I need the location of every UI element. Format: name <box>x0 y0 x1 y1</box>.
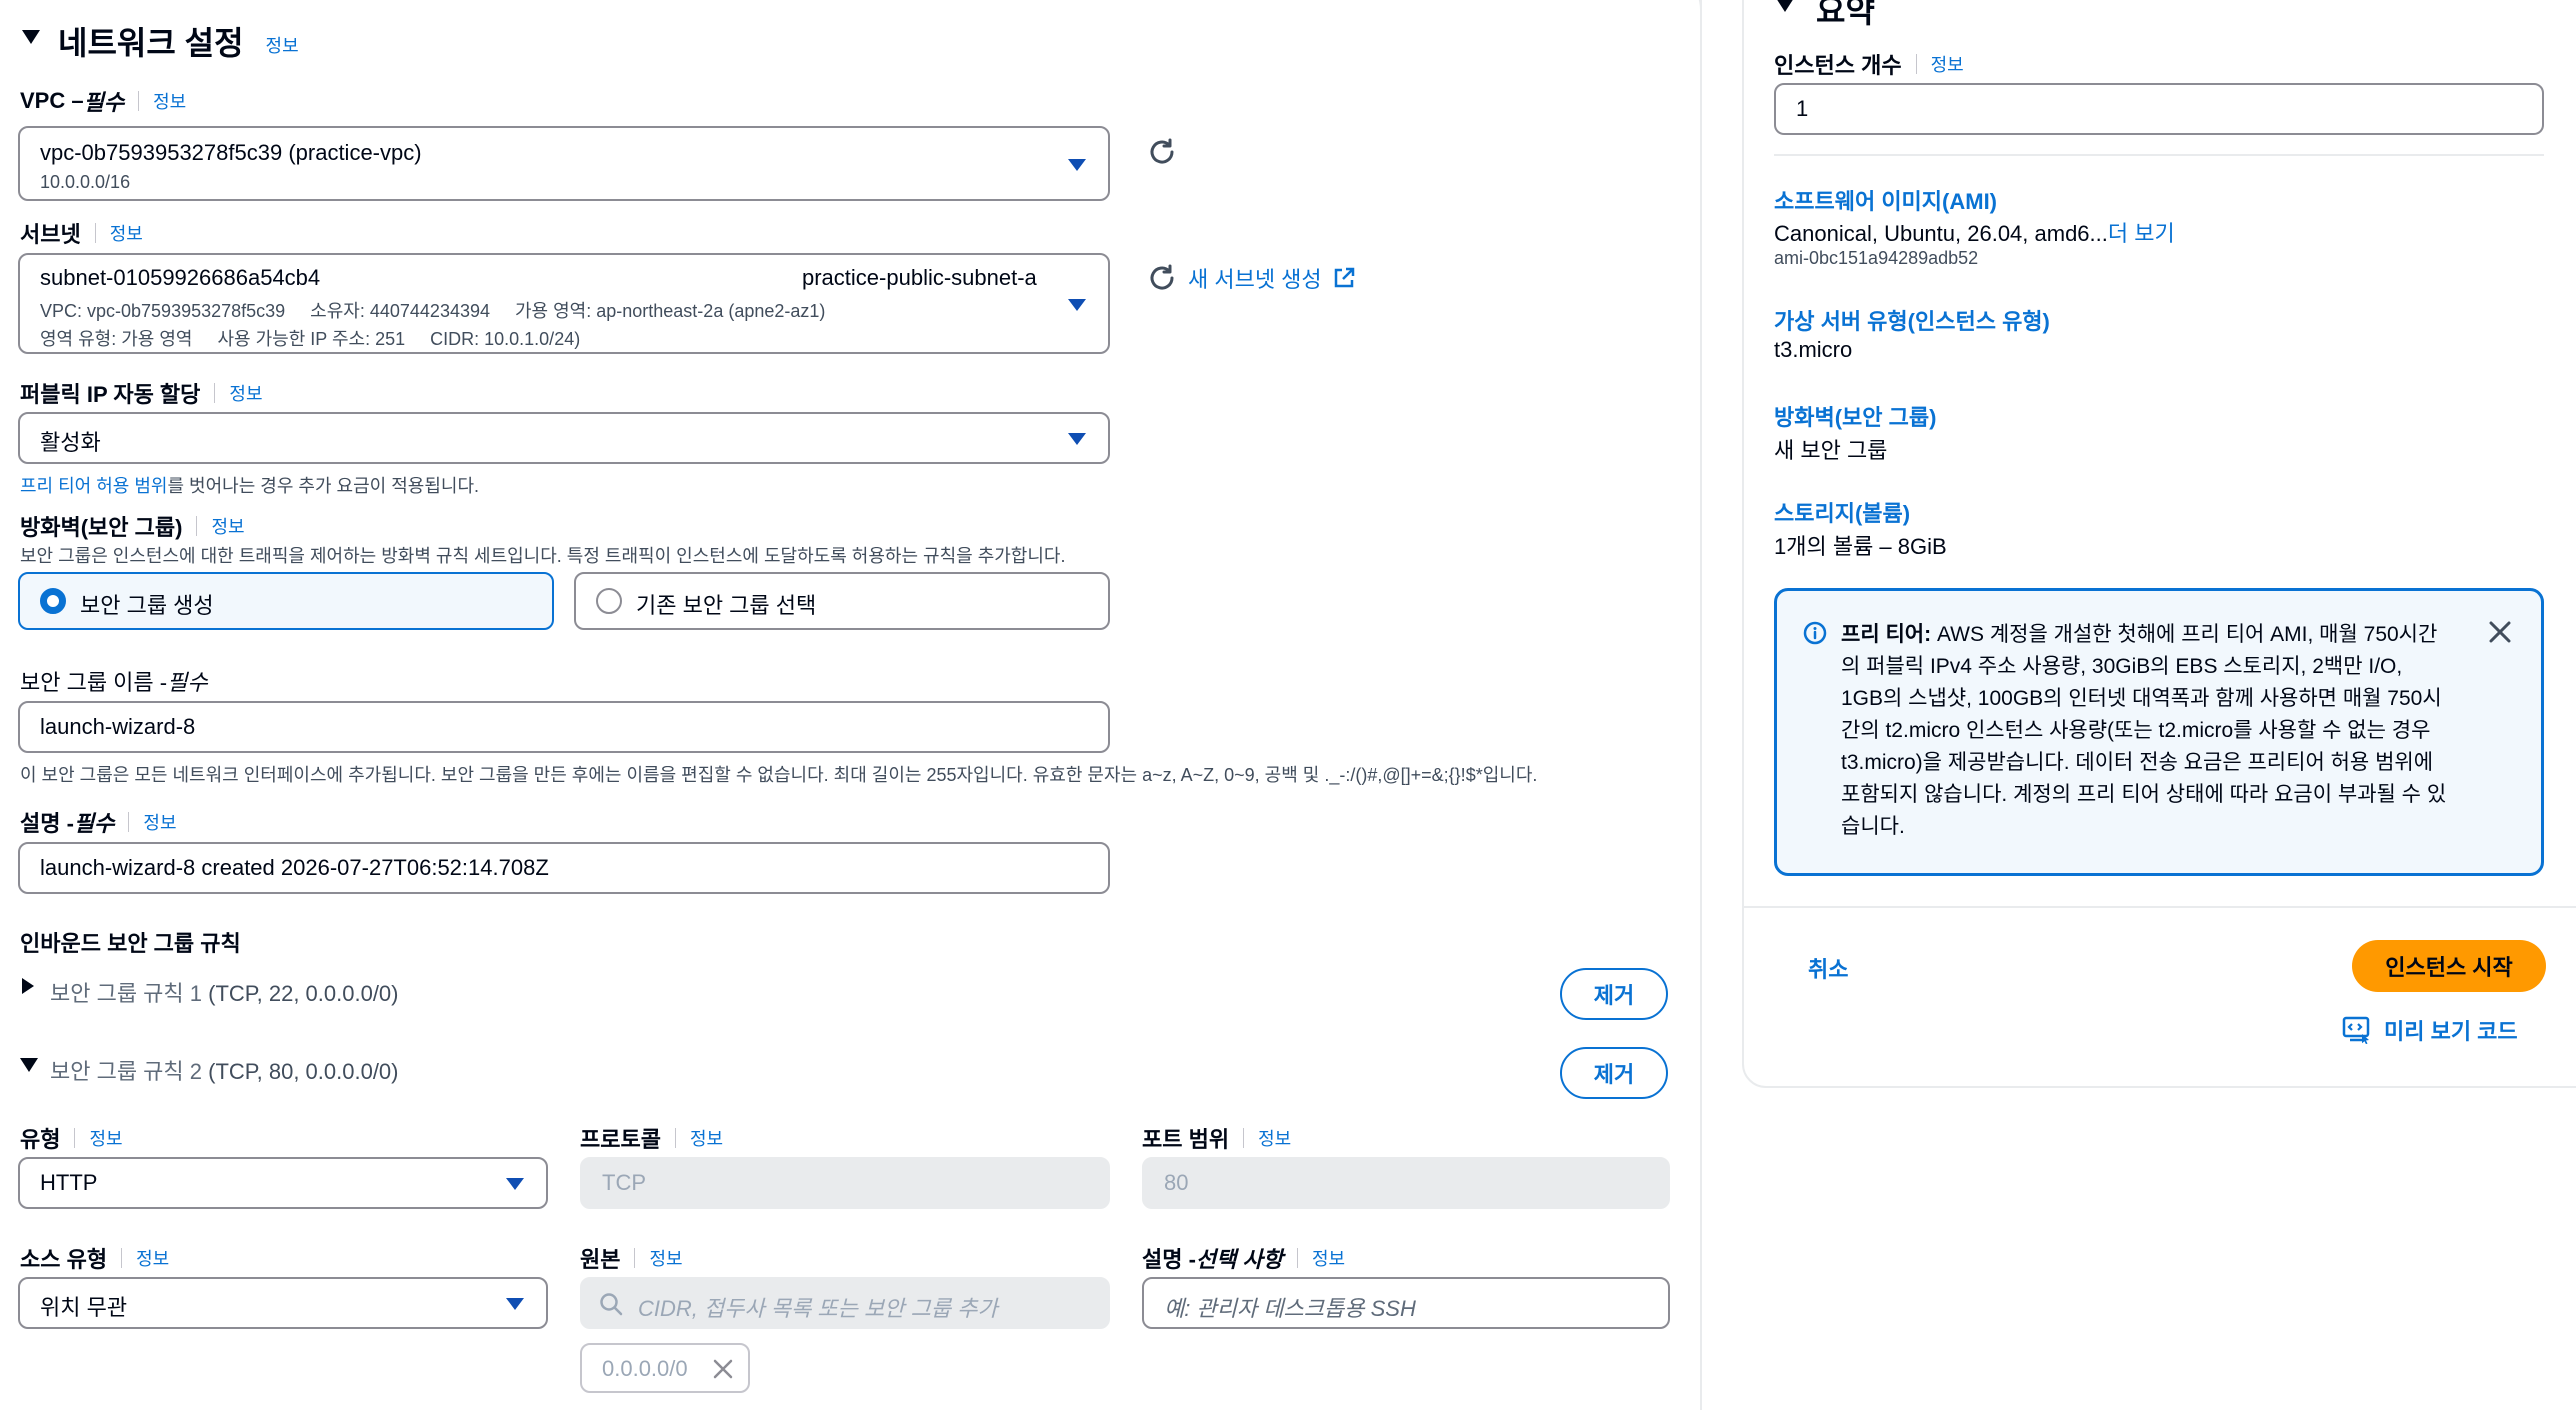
source-info-link[interactable]: 정보 <box>649 1245 682 1271</box>
refresh-subnet-icon[interactable] <box>1146 262 1178 294</box>
ami-value: Canonical, Ubuntu, 26.04, amd6...더 보기 <box>1774 221 2175 246</box>
rule1-header[interactable]: 보안 그룹 규칙 1 (TCP, 22, 0.0.0.0/0) <box>50 976 399 1008</box>
sg-name-help: 이 보안 그룹은 모든 네트워크 인터페이스에 추가됩니다. 보안 그룹을 만든… <box>20 765 1538 785</box>
port-range-info-link[interactable]: 정보 <box>1258 1125 1291 1151</box>
ami-id: ami-0bc151a94289adb52 <box>1774 248 1979 268</box>
firewall-info-link[interactable]: 정보 <box>211 513 244 539</box>
description-info-link[interactable]: 정보 <box>143 809 176 835</box>
vpc-info-link[interactable]: 정보 <box>153 88 186 114</box>
vpc-label: VPC – 필수 정보 <box>20 88 187 115</box>
rule-desc-info-link[interactable]: 정보 <box>1312 1245 1345 1271</box>
protocol-info-link[interactable]: 정보 <box>690 1125 723 1151</box>
inbound-rules-title: 인바운드 보안 그룹 규칙 <box>20 931 241 956</box>
subnet-select[interactable]: subnet-01059926686a54cb4 practice-public… <box>18 253 1110 354</box>
chevron-down-icon <box>506 1178 524 1190</box>
firewall-summary-link[interactable]: 방화벽(보안 그룹) <box>1774 400 1936 432</box>
public-ip-label: 퍼블릭 IP 자동 할당 정보 <box>20 380 263 407</box>
free-tier-alert: 프리 티어: AWS 계정을 개설한 첫해에 프리 티어 AMI, 매월 750… <box>1774 588 2544 876</box>
source-search-input[interactable]: CIDR, 접두사 목록 또는 보안 그룹 추가 <box>580 1277 1110 1329</box>
sg-name-label: 보안 그룹 이름 - 필수 <box>20 670 208 695</box>
info-icon <box>1803 621 1827 645</box>
remove-rule2-button[interactable]: 제거 <box>1560 1047 1668 1099</box>
port-range-label: 포트 범위 정보 <box>1142 1125 1292 1152</box>
close-icon[interactable] <box>2487 619 2513 645</box>
storage-value: 1개의 볼륨 – 8GiB <box>1774 534 1947 559</box>
cancel-button[interactable]: 취소 <box>1808 952 1848 984</box>
create-sg-option[interactable]: 보안 그룹 생성 <box>18 572 554 630</box>
code-preview-icon <box>2342 1016 2370 1044</box>
firewall-summary-value: 새 보안 그룹 <box>1774 438 1888 463</box>
instance-count-info-link[interactable]: 정보 <box>1931 51 1964 77</box>
expand-rule1-icon[interactable] <box>22 978 34 994</box>
source-type-label: 소스 유형 정보 <box>20 1245 170 1272</box>
rule2-header[interactable]: 보안 그룹 규칙 2 (TCP, 80, 0.0.0.0/0) <box>50 1054 399 1086</box>
collapse-rule2-icon[interactable] <box>20 1058 38 1072</box>
new-subnet-link[interactable]: 새 서브넷 생성 <box>1188 262 1356 294</box>
instance-type-link[interactable]: 가상 서버 유형(인스턴스 유형) <box>1774 304 2050 336</box>
description-label: 설명 - 필수 정보 <box>20 809 177 836</box>
storage-link[interactable]: 스토리지(볼륨) <box>1774 496 1910 528</box>
left-panel-corner <box>1660 0 1702 10</box>
launch-instance-button[interactable]: 인스턴스 시작 <box>2352 940 2546 992</box>
existing-sg-option[interactable]: 기존 보안 그룹 선택 <box>574 572 1110 630</box>
protocol-label: 프로토콜 정보 <box>580 1125 724 1152</box>
vpc-select[interactable]: vpc-0b7593953278f5c39 (practice-vpc) 10.… <box>18 126 1110 201</box>
summary-title: 요약 <box>1816 0 1875 29</box>
description-input[interactable]: launch-wizard-8 created 2026-07-27T06:52… <box>18 842 1110 894</box>
subnet-label: 서브넷 정보 <box>20 220 143 247</box>
source-type-select[interactable]: 위치 무관 <box>18 1277 548 1329</box>
chevron-down-icon <box>1068 433 1086 445</box>
network-settings-section: 네트워크 설정 정보 VPC – 필수 정보 vpc-0b7593953278f… <box>0 0 1700 1410</box>
chevron-down-icon <box>506 1298 524 1310</box>
search-icon <box>600 1293 623 1316</box>
left-panel-border <box>1700 0 1702 1410</box>
instance-count-label: 인스턴스 개수 정보 <box>1774 51 1964 78</box>
rule-desc-input[interactable]: 예: 관리자 데스크톱용 SSH <box>1142 1277 1670 1329</box>
source-token: 0.0.0.0/0 <box>580 1343 750 1393</box>
network-info-link[interactable]: 정보 <box>266 32 299 58</box>
firewall-label: 방화벽(보안 그룹) 정보 <box>20 513 245 540</box>
ami-link[interactable]: 소프트웨어 이미지(AMI) <box>1774 184 1997 216</box>
summary-divider <box>1774 154 2544 156</box>
preview-code-button[interactable]: 미리 보기 코드 <box>2342 1014 2518 1046</box>
type-label: 유형 정보 <box>20 1125 123 1152</box>
public-ip-info-link[interactable]: 정보 <box>229 380 262 406</box>
public-ip-select[interactable]: 활성화 <box>18 412 1110 464</box>
chevron-down-icon <box>1068 299 1086 311</box>
port-range-field: 80 <box>1142 1157 1670 1209</box>
collapse-summary-icon[interactable] <box>1776 0 1794 12</box>
type-info-link[interactable]: 정보 <box>89 1125 122 1151</box>
protocol-field: TCP <box>580 1157 1110 1209</box>
summary-footer-divider <box>1744 906 2576 908</box>
create-sg-radio[interactable] <box>40 588 66 614</box>
refresh-vpc-icon[interactable] <box>1146 136 1178 168</box>
network-settings-title: 네트워크 설정 <box>58 25 244 61</box>
instance-type-value: t3.micro <box>1774 337 1853 362</box>
free-tier-link[interactable]: 프리 티어 허용 범위 <box>20 476 167 496</box>
collapse-network-icon[interactable] <box>22 30 40 44</box>
instance-count-input[interactable]: 1 <box>1774 83 2544 135</box>
source-type-info-link[interactable]: 정보 <box>136 1245 169 1271</box>
existing-sg-radio[interactable] <box>596 588 622 614</box>
type-select[interactable]: HTTP <box>18 1157 548 1209</box>
sg-name-input[interactable]: launch-wizard-8 <box>18 701 1110 753</box>
source-label: 원본 정보 <box>580 1245 683 1272</box>
close-icon[interactable] <box>712 1358 734 1380</box>
ami-more-link[interactable]: 더 보기 <box>2108 221 2175 246</box>
rule-desc-label: 설명 - 선택 사항 정보 <box>1142 1245 1346 1272</box>
chevron-down-icon <box>1068 159 1086 171</box>
external-link-icon <box>1334 267 1354 288</box>
public-ip-help: 프리 티어 허용 범위를 벗어나는 경우 추가 요금이 적용됩니다. <box>20 476 480 496</box>
firewall-desc: 보안 그룹은 인스턴스에 대한 트래픽을 제어하는 방화벽 규칙 세트입니다. … <box>20 546 1066 566</box>
remove-rule1-button[interactable]: 제거 <box>1560 968 1668 1020</box>
subnet-info-link[interactable]: 정보 <box>110 220 143 246</box>
